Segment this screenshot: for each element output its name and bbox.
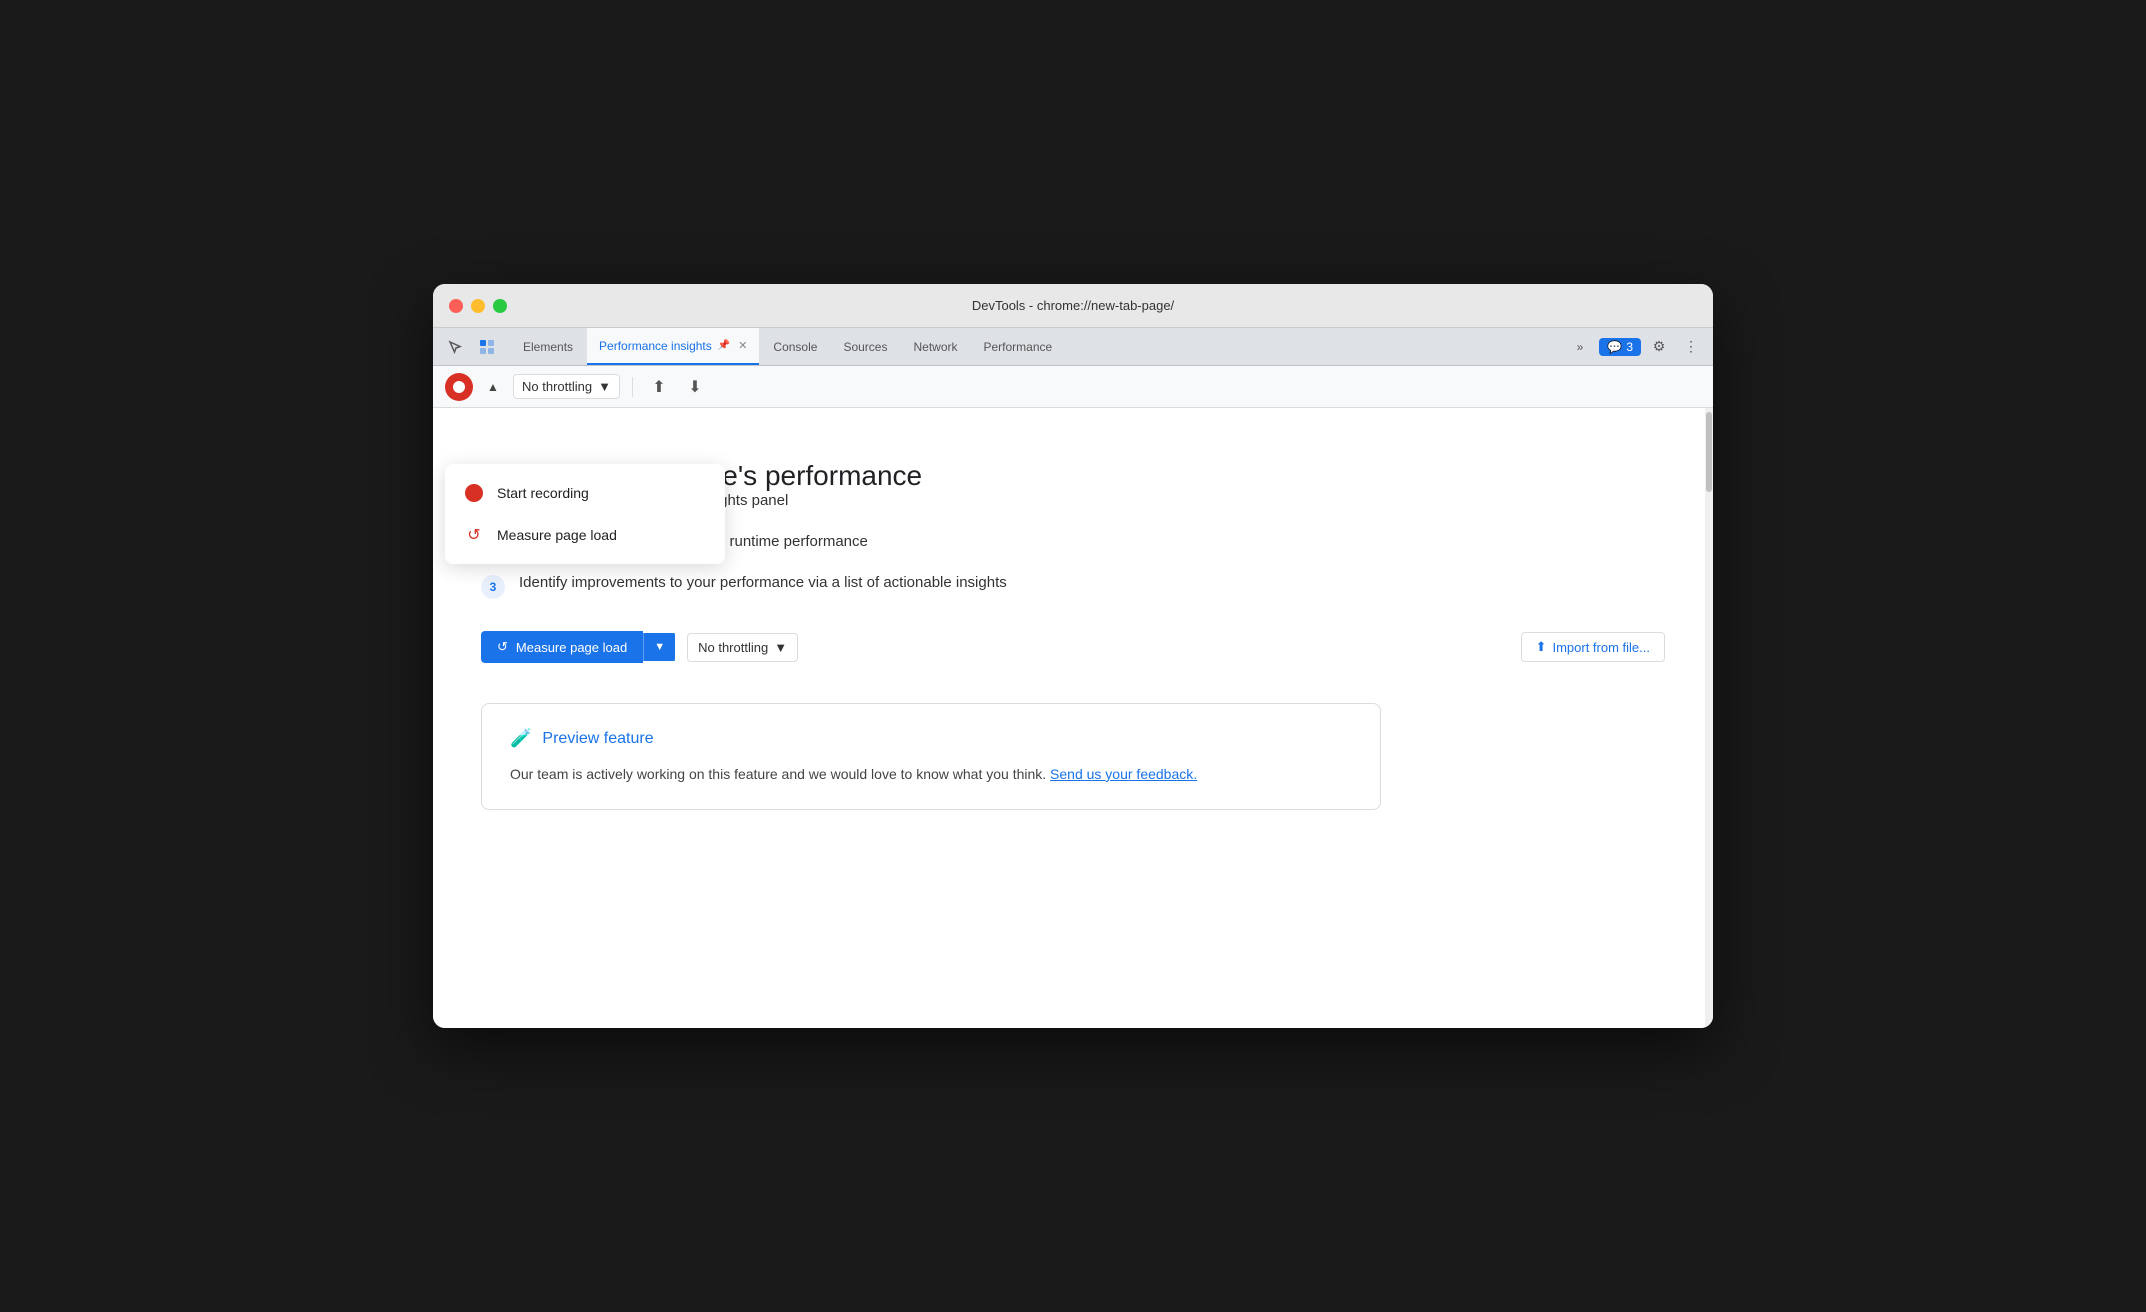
download-icon[interactable]: ⬇ [681, 373, 709, 401]
inspect-icon[interactable] [473, 333, 501, 361]
main-content: Start recording ↺ Measure page load ghts… [433, 408, 1713, 1028]
scrollbar[interactable] [1705, 408, 1713, 1028]
scrollbar-thumb[interactable] [1706, 412, 1712, 492]
pin-icon: 📌 [718, 340, 730, 351]
cursor-icon[interactable] [441, 333, 469, 361]
settings-icon[interactable]: ⚙ [1645, 333, 1673, 361]
reload-btn-icon: ↺ [497, 639, 508, 655]
throttle-dropdown-main[interactable]: No throttling ▼ [687, 633, 798, 662]
devtools-window: DevTools - chrome://new-tab-page/ Elemen… [433, 284, 1713, 1028]
action-bar: ↺ Measure page load ▼ No throttling ▼ ⬆ … [481, 631, 1665, 663]
tab-divider [1066, 328, 1562, 365]
titlebar: DevTools - chrome://new-tab-page/ [433, 284, 1713, 328]
record-icon [465, 484, 483, 502]
record-dot [453, 381, 465, 393]
upload-icon-import: ⬆ [1536, 639, 1547, 655]
tab-icon-area [441, 328, 501, 365]
record-button[interactable] [445, 373, 473, 401]
more-options-icon[interactable]: ⋮ [1677, 333, 1705, 361]
tab-elements[interactable]: Elements [511, 328, 585, 365]
feedback-link[interactable]: Send us your feedback. [1050, 766, 1197, 782]
preview-title: 🧪 Preview feature [510, 728, 1352, 749]
upload-icon[interactable]: ⬆ [645, 373, 673, 401]
recording-dropdown: Start recording ↺ Measure page load [445, 464, 725, 564]
measure-dropdown-arrow[interactable]: ▼ [643, 633, 675, 661]
flask-icon: 🧪 [510, 728, 532, 749]
tab-console[interactable]: Console [761, 328, 829, 365]
chat-icon: 💬 [1607, 340, 1622, 354]
tab-performance-insights[interactable]: Performance insights 📌 ✕ [587, 328, 759, 365]
tabbar-actions: » 💬 3 ⚙ ⋮ [1565, 328, 1705, 365]
tab-more[interactable]: » [1565, 340, 1596, 354]
measure-page-load-button-group: ↺ Measure page load ▼ [481, 631, 675, 663]
tab-sources[interactable]: Sources [831, 328, 899, 365]
measure-page-load-button[interactable]: ↺ Measure page load [481, 631, 643, 663]
reload-icon: ↺ [465, 526, 483, 544]
step-3: 3 Identify improvements to your performa… [481, 574, 1665, 599]
preview-feature-box: 🧪 Preview feature Our team is actively w… [481, 703, 1381, 810]
toolbar: ▲ No throttling ▼ ⬆ ⬇ [433, 366, 1713, 408]
traffic-lights [449, 299, 507, 313]
start-recording-item[interactable]: Start recording [445, 472, 725, 514]
toolbar-separator [632, 377, 633, 397]
chat-button[interactable]: 💬 3 [1599, 338, 1641, 356]
tab-network[interactable]: Network [901, 328, 969, 365]
close-tab-icon[interactable]: ✕ [738, 339, 747, 352]
minimize-button[interactable] [471, 299, 485, 313]
throttle-chevron-icon: ▼ [774, 640, 787, 655]
tab-performance[interactable]: Performance [972, 328, 1065, 365]
chevron-down-icon: ▼ [598, 379, 611, 394]
measure-page-load-item[interactable]: ↺ Measure page load [445, 514, 725, 556]
step-num-3: 3 [481, 575, 505, 599]
tab-bar: Elements Performance insights 📌 ✕ Consol… [433, 328, 1713, 366]
close-button[interactable] [449, 299, 463, 313]
throttle-select-toolbar[interactable]: No throttling ▼ [513, 374, 620, 399]
maximize-button[interactable] [493, 299, 507, 313]
preview-body-text: Our team is actively working on this fea… [510, 763, 1352, 785]
window-title: DevTools - chrome://new-tab-page/ [972, 298, 1174, 313]
dropdown-toggle-button[interactable]: ▲ [481, 373, 505, 401]
import-from-file-button[interactable]: ⬆ Import from file... [1521, 632, 1665, 662]
